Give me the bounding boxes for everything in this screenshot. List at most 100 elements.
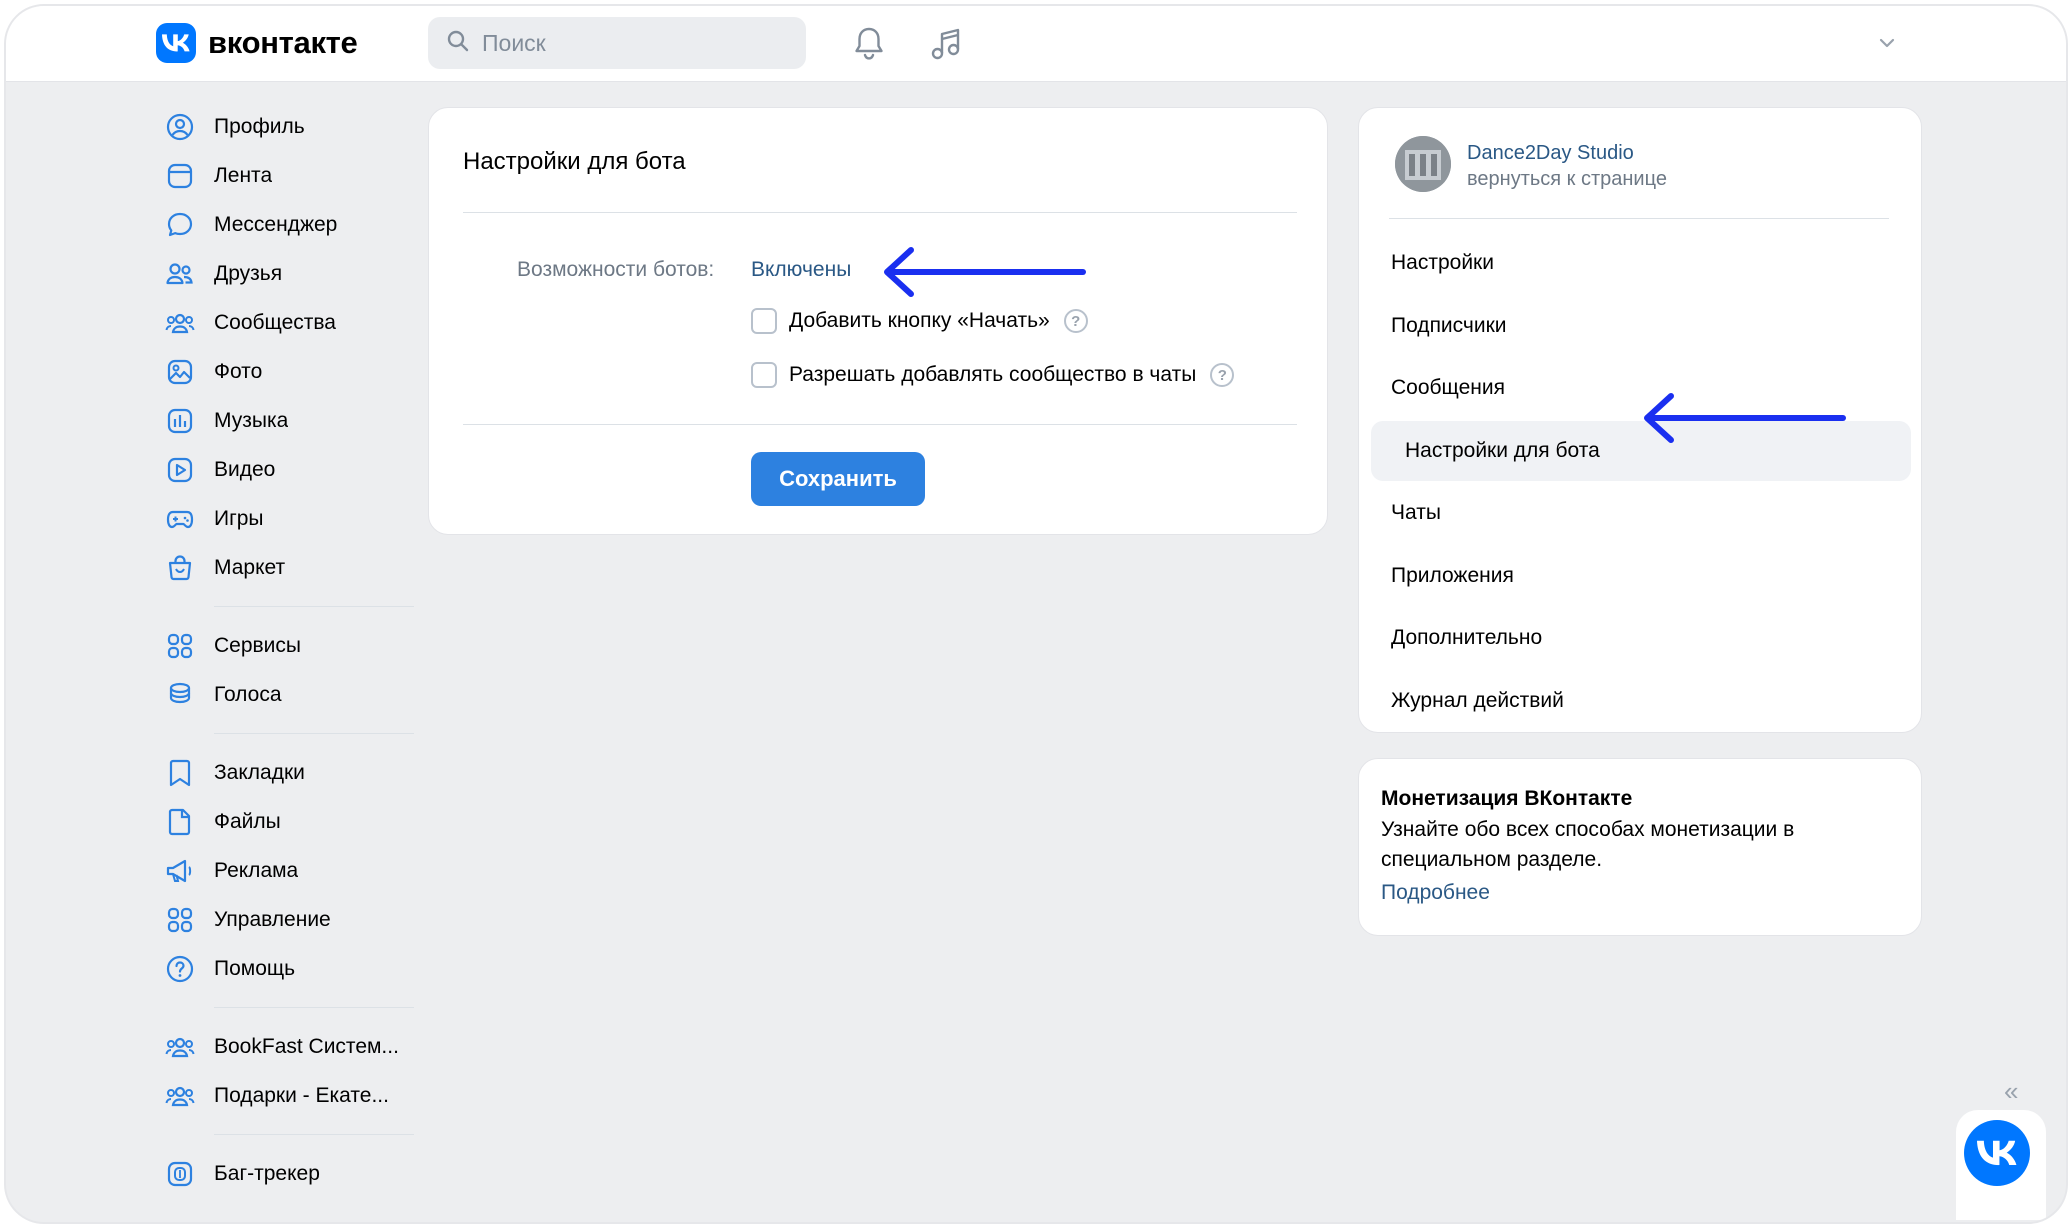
feed-icon — [164, 160, 196, 192]
nav-item-votes[interactable]: Голоса — [156, 670, 412, 719]
back-to-page-link[interactable]: вернуться к странице — [1467, 168, 1667, 191]
nav-item-label: Видео — [214, 457, 276, 481]
community-menu-item[interactable]: Журнал действий — [1371, 671, 1911, 731]
community-name-link[interactable]: Dance2Day Studio — [1467, 142, 1634, 165]
nav-item-label: Помощь — [214, 956, 296, 980]
community-menu-item[interactable]: Чаты — [1371, 483, 1911, 543]
help-icon[interactable]: ? — [1210, 363, 1235, 387]
nav-item-label: BookFast Систем... — [214, 1034, 399, 1058]
start-button-label[interactable]: Добавить кнопку «Начать» — [789, 309, 1050, 333]
nav-item-label: Друзья — [214, 261, 283, 285]
nav-item-label: Управление — [214, 907, 331, 931]
nav-item-label: Маркет — [214, 555, 286, 579]
community-menu-item[interactable]: Настройки — [1371, 233, 1911, 293]
nav-item-label: Музыка — [214, 408, 289, 432]
nav-item-label: Профиль — [214, 114, 305, 138]
save-button[interactable]: Сохранить — [751, 452, 925, 506]
nav-item-community[interactable]: Подарки - Екате... — [156, 1071, 412, 1120]
vk-logo[interactable]: вконтакте — [156, 23, 358, 63]
nav-item-services[interactable]: Сервисы — [156, 621, 412, 670]
start-button-checkbox[interactable] — [751, 308, 777, 334]
nav-item-ads[interactable]: Реклама — [156, 846, 412, 895]
brand-name: вконтакте — [208, 25, 358, 60]
nav-item-market[interactable]: Маркет — [156, 543, 412, 592]
photo-icon — [164, 356, 196, 388]
community-avatar[interactable] — [1395, 136, 1451, 192]
nav-item-manage[interactable]: Управление — [156, 895, 412, 944]
nav-item-photo[interactable]: Фото — [156, 347, 412, 396]
nav-item-help[interactable]: Помощь — [156, 944, 412, 993]
divider — [463, 424, 1297, 425]
nav-item-label: Баг-трекер — [214, 1161, 320, 1185]
search-icon — [446, 29, 470, 58]
nav-item-games[interactable]: Игры — [156, 494, 412, 543]
video-icon — [164, 454, 196, 486]
community-icon — [164, 1031, 196, 1063]
annotation-arrow-icon — [1644, 393, 1846, 443]
chats-checkbox[interactable] — [751, 362, 777, 388]
community-menu-item[interactable]: Приложения — [1371, 546, 1911, 606]
nav-item-profile[interactable]: Профиль — [156, 102, 412, 151]
nav-item-label: Реклама — [214, 858, 299, 882]
nav-separator — [214, 733, 414, 734]
community-icon — [164, 1080, 196, 1112]
community-menu-item[interactable]: Дополнительно — [1371, 608, 1911, 668]
nav-item-label: Лента — [214, 163, 273, 187]
games-icon — [164, 503, 196, 535]
bot-capabilities-toggle[interactable]: Включены — [751, 258, 851, 282]
nav-item-label: Сервисы — [214, 633, 302, 657]
chevron-down-icon[interactable] — [1878, 36, 1896, 54]
help-icon[interactable]: ? — [1063, 309, 1088, 333]
top-header: вконтакте — [6, 6, 2066, 82]
divider — [1389, 218, 1889, 219]
nav-separator — [214, 606, 414, 607]
vk-widget-logo-icon[interactable] — [1964, 1120, 2030, 1186]
nav-item-bugtracker[interactable]: Баг-трекер — [156, 1149, 412, 1198]
nav-item-feed[interactable]: Лента — [156, 151, 412, 200]
left-sidebar: Профиль Лента Мессенджер Друзья Сообщества Фо… — [156, 102, 414, 1198]
nav-item-label: Подарки - Екате... — [214, 1083, 389, 1107]
nav-separator — [214, 1134, 414, 1135]
community-menu-item[interactable]: Подписчики — [1371, 296, 1911, 356]
bugtracker-icon — [164, 1158, 196, 1190]
ads-icon — [164, 855, 196, 887]
nav-item-messenger[interactable]: Мессенджер — [156, 200, 412, 249]
page-title: Настройки для бота — [463, 148, 686, 175]
bell-icon[interactable] — [852, 26, 886, 67]
messenger-icon — [164, 209, 196, 241]
help-icon — [164, 953, 196, 985]
collapse-icon[interactable]: « — [2004, 1076, 2018, 1107]
nav-item-label: Сообщества — [214, 310, 336, 334]
bot-capabilities-label: Возможности ботов: — [517, 258, 715, 281]
community-menu-card: Dance2Day Studio вернуться к странице На… — [1358, 107, 1922, 733]
nav-item-label: Мессенджер — [214, 212, 338, 236]
app-window: вконтакте Профиль Лента Мессенджер Друзья Со… — [4, 4, 2068, 1224]
communities-icon — [164, 307, 196, 339]
nav-item-bookmark[interactable]: Закладки — [156, 748, 412, 797]
nav-item-community[interactable]: BookFast Систем... — [156, 1022, 412, 1071]
market-icon — [164, 552, 196, 584]
bookmark-icon — [164, 757, 196, 789]
chats-option: Разрешать добавлять сообщество в чаты ? — [751, 362, 1235, 388]
nav-separator — [214, 1007, 414, 1008]
profile-icon — [164, 111, 196, 143]
search-box[interactable] — [428, 17, 806, 69]
more-link[interactable]: Подробнее — [1381, 881, 1490, 905]
services-icon — [164, 630, 196, 662]
music-note-icon[interactable] — [928, 26, 964, 67]
chats-label[interactable]: Разрешать добавлять сообщество в чаты — [789, 363, 1196, 387]
votes-icon — [164, 679, 196, 711]
nav-item-label: Закладки — [214, 760, 305, 784]
annotation-arrow-icon — [884, 247, 1086, 297]
monetization-title: Монетизация ВКонтакте — [1381, 787, 1633, 810]
nav-item-label: Файлы — [214, 809, 281, 833]
nav-item-friends[interactable]: Друзья — [156, 249, 412, 298]
search-input[interactable] — [482, 29, 782, 57]
nav-item-video[interactable]: Видео — [156, 445, 412, 494]
nav-item-files[interactable]: Файлы — [156, 797, 412, 846]
nav-item-music[interactable]: Музыка — [156, 396, 412, 445]
music-icon — [164, 405, 196, 437]
nav-item-communities[interactable]: Сообщества — [156, 298, 412, 347]
divider — [463, 212, 1297, 213]
vk-logo-icon — [156, 23, 196, 63]
